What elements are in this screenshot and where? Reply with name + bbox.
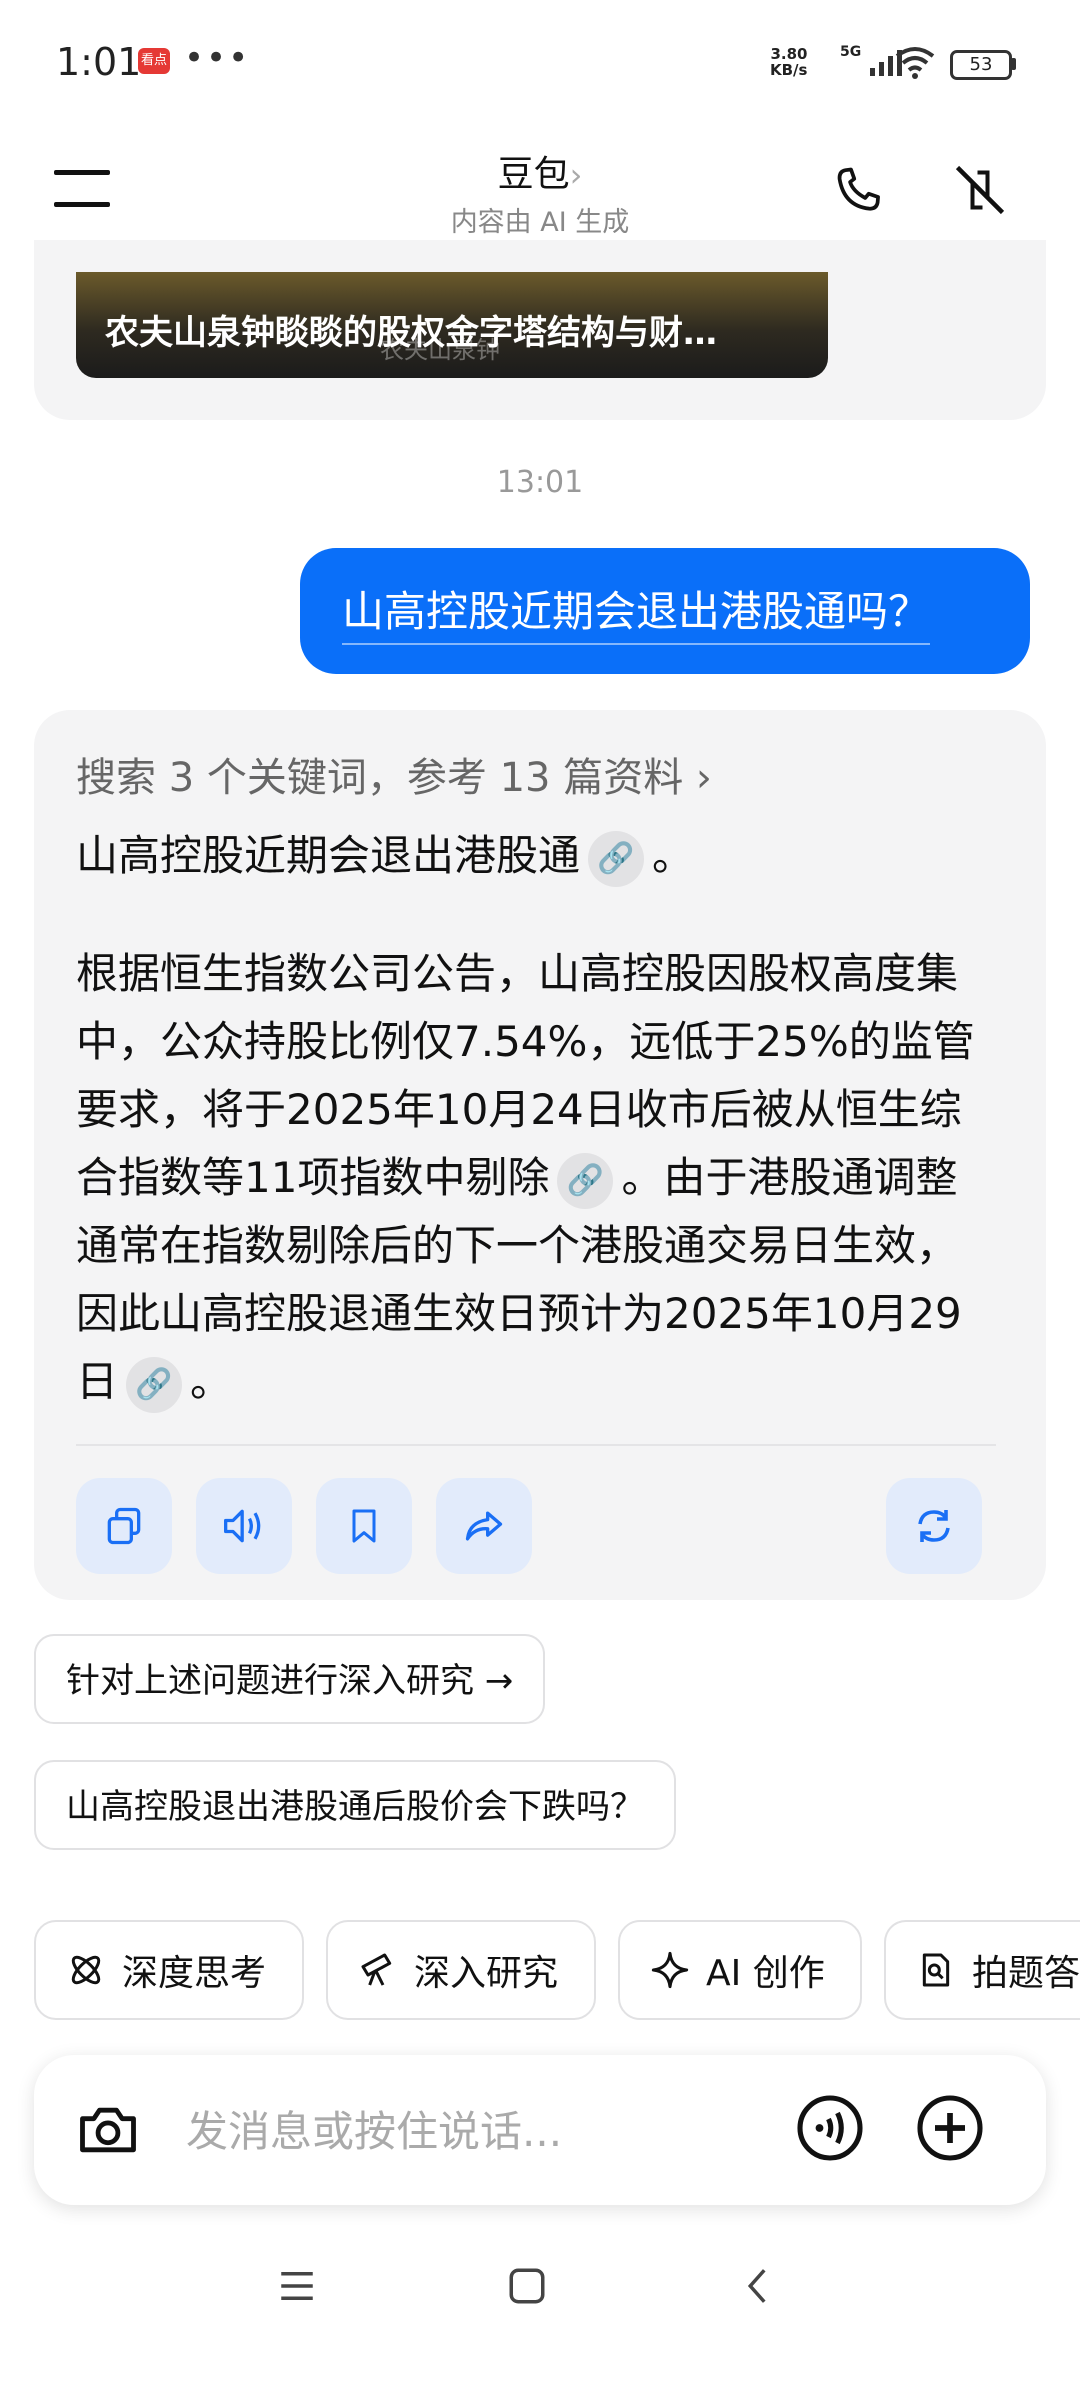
search-references-link[interactable]: 搜索 3 个关键词，参考 13 篇资料 › [76, 745, 712, 803]
news-app-icon: 看点 [138, 48, 170, 74]
net-speed-value: 3.80 [770, 45, 808, 63]
tool-label: 深度思考 [122, 1953, 267, 1994]
more-notifications-icon: ••• [184, 38, 251, 78]
bookmark-button[interactable] [316, 1478, 412, 1574]
regenerate-button[interactable] [886, 1478, 982, 1574]
recent-apps-icon[interactable] [276, 2265, 318, 2307]
speaker-icon [224, 1509, 261, 1543]
atom-icon [71, 1955, 101, 1985]
share-button[interactable] [436, 1478, 532, 1574]
tool-ai-create[interactable]: AI 创作 [618, 1920, 862, 2020]
answer-line-1: 山高控股近期会退出港股通 [76, 831, 581, 880]
telescope-icon [361, 1953, 392, 1986]
refresh-icon [918, 1510, 950, 1542]
reference-image-title[interactable]: 农夫山泉钟睒睒的股权金字塔结构与财… [105, 305, 717, 354]
copy-icon [107, 1507, 141, 1545]
copy-button[interactable] [76, 1478, 172, 1574]
mute-voice-icon[interactable] [950, 160, 1010, 220]
answer-divider [76, 1444, 996, 1446]
link-icon[interactable]: 🔗 [588, 830, 645, 887]
plus-icon[interactable] [914, 2092, 986, 2164]
network-type: 5G [840, 44, 862, 60]
tool-label: 深入研究 [414, 1953, 559, 1994]
net-speed: 3.80 KB/s [770, 46, 807, 78]
answer-paragraph-2: 根据恒生指数公司公告，山高控股因股权高度集中，公众持股比例仅7.54%，远低于2… [76, 940, 996, 1416]
back-icon[interactable] [738, 2265, 780, 2307]
battery-tip [1011, 58, 1016, 70]
status-time: 1:01 [56, 40, 142, 84]
message-input[interactable]: 发消息或按住说话... [186, 2098, 562, 2159]
wifi-icon [895, 47, 935, 79]
message-timestamp: 13:01 [496, 465, 584, 500]
scan-doc-icon [922, 1953, 950, 1987]
user-message-text[interactable]: 山高控股近期会退出港股通吗？ [342, 578, 931, 645]
chat-title-text[interactable]: 豆包 [498, 154, 570, 195]
suggestion-followup-question[interactable]: 山高控股退出港股通后股价会下跌吗？ [34, 1760, 676, 1850]
voice-call-icon[interactable] [794, 2092, 866, 2164]
net-speed-unit: KB/s [770, 61, 808, 79]
ai-generated-notice: 内容由 AI 生成 [450, 207, 630, 238]
tool-photo-question[interactable]: 拍题答 [884, 1920, 1080, 2020]
tool-deep-research[interactable]: 深入研究 [326, 1920, 596, 2020]
camera-icon[interactable] [74, 2096, 142, 2164]
suggestion-deep-research[interactable]: 针对上述问题进行深入研究 → [34, 1634, 546, 1724]
tool-deep-thinking[interactable]: 深度思考 [34, 1920, 304, 2020]
bookmark-icon [352, 1509, 376, 1543]
chevron-right-icon: › [569, 156, 583, 194]
tool-label: 拍题答 [971, 1953, 1080, 1994]
answer-line-1-end: 。 [652, 831, 695, 880]
answer-paragraph-1: 山高控股近期会退出港股通 🔗。 [76, 822, 996, 890]
answer-para-end: 。 [190, 1357, 233, 1406]
link-icon[interactable]: 🔗 [557, 1152, 614, 1209]
battery-icon: 53 [950, 50, 1012, 80]
chat-title[interactable]: 豆包› [0, 145, 1080, 197]
sparkle-icon [651, 1951, 689, 1989]
share-arrow-icon [465, 1511, 503, 1541]
link-icon[interactable]: 🔗 [126, 1356, 183, 1413]
read-aloud-button[interactable] [196, 1478, 292, 1574]
home-icon[interactable] [506, 2265, 548, 2307]
tool-label: AI 创作 [706, 1953, 825, 1994]
phone-call-icon[interactable] [830, 162, 886, 218]
